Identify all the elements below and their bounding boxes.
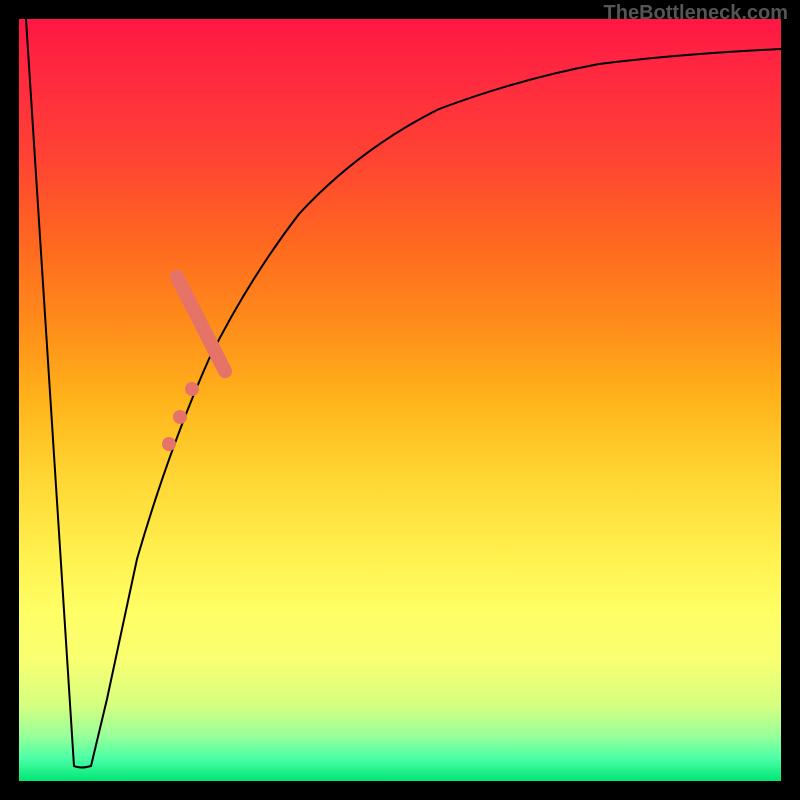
marker-dot-1 <box>185 382 199 396</box>
watermark-text: TheBottleneck.com <box>604 2 788 25</box>
bottleneck-curve <box>26 19 781 768</box>
plot-area <box>19 19 781 781</box>
marker-dot-2 <box>173 410 187 424</box>
marker-bar <box>168 267 235 380</box>
curve-svg <box>19 19 781 781</box>
marker-dot-3 <box>162 437 176 451</box>
